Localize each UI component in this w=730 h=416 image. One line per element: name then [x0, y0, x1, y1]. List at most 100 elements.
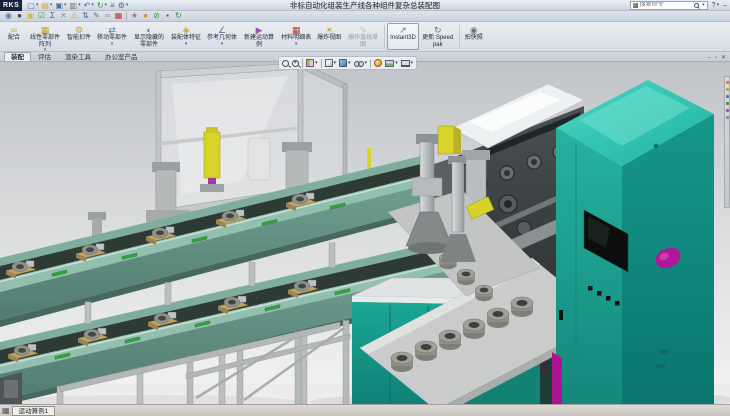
ribbon-button-参考几何体[interactable]: ∠参考几何体▾: [204, 23, 240, 50]
ribbon-button-显示隐藏的零部件[interactable]: ◐显示隐藏的零部件: [130, 23, 168, 50]
doc-restore-icon[interactable]: ▫: [715, 55, 717, 61]
ribbon-button-更新-speedpak[interactable]: ↻更新 Speedpak: [419, 23, 457, 50]
ribbon-button-icon: ◈: [183, 25, 190, 35]
ribbon-button-instant3d[interactable]: ↗Instant3D: [387, 23, 419, 50]
ribbon-button-新建运动算例[interactable]: ▶新建运动算例: [240, 23, 278, 50]
ribbon-button-线性零部件阵列[interactable]: ▦线性零部件阵列▾: [26, 23, 64, 50]
search-input[interactable]: [640, 2, 692, 8]
zoom-fit-icon[interactable]: [282, 60, 289, 67]
print-icon[interactable]: ▥▾: [69, 1, 82, 10]
dropdown-arrow-icon[interactable]: ▾: [315, 60, 318, 66]
sustainability-icon[interactable]: ↻: [173, 11, 184, 21]
ribbon-button-icon: ⇄: [108, 25, 116, 35]
tab-办公室产品[interactable]: 办公室产品: [98, 52, 145, 61]
new-document-icon[interactable]: ▢▾: [26, 1, 39, 10]
section-view-icon[interactable]: ▾: [306, 59, 318, 67]
file-properties-icon[interactable]: ≡: [109, 1, 116, 10]
tab-渲染工具[interactable]: 渲染工具: [58, 52, 98, 61]
photoview-icon[interactable]: ●: [140, 11, 151, 21]
open-icon[interactable]: ▤▾: [40, 1, 53, 10]
model-viewport[interactable]: [0, 62, 730, 404]
view-palette-icon[interactable]: [726, 102, 729, 105]
save-icon[interactable]: ▣▾: [54, 1, 67, 10]
dropdown-arrow-icon[interactable]: ▾: [105, 2, 108, 8]
custom-properties-icon[interactable]: [726, 116, 729, 119]
dropdown-arrow-icon[interactable]: ▾: [395, 60, 398, 66]
view-settings-icon[interactable]: ▾: [401, 60, 414, 67]
dropdown-arrow-icon[interactable]: ▾: [111, 42, 114, 46]
task-pane-tab[interactable]: [724, 76, 730, 208]
view-settings-icon: [401, 60, 410, 67]
save-icon: ▣: [55, 1, 63, 10]
dropdown-arrow-icon[interactable]: ▾: [185, 42, 188, 46]
view-orientation-icon[interactable]: ▾: [325, 59, 337, 67]
file-explorer-icon[interactable]: [726, 95, 729, 98]
search-box[interactable]: ▾: [630, 1, 708, 10]
equations-icon[interactable]: Σ: [47, 11, 58, 21]
motion-manager-icon[interactable]: ★: [129, 11, 140, 21]
ribbon-button-拍快照[interactable]: ◉拍快照: [462, 23, 486, 50]
dropdown-arrow-icon[interactable]: ▾: [91, 2, 94, 8]
ribbon-button-装配体特征[interactable]: ◈装配体特征▾: [168, 23, 204, 50]
dropdown-arrow-icon[interactable]: ▾: [365, 60, 368, 66]
ribbon-button-智能扣件[interactable]: ⚙智能扣件: [64, 23, 94, 50]
doc-close-icon[interactable]: ✕: [721, 54, 726, 61]
undo-icon[interactable]: ↶▾: [83, 1, 95, 10]
options-icon[interactable]: ⚙▾: [117, 1, 130, 10]
motion-study-tab[interactable]: 运动算例1: [12, 406, 56, 416]
edit-component-icon[interactable]: ✎: [91, 11, 102, 21]
ribbon-button-label: 爆炸视图: [317, 35, 341, 42]
dropdown-arrow-icon[interactable]: ▾: [50, 2, 53, 8]
interference-detection-icon[interactable]: ⚠: [69, 11, 80, 21]
graphics-area[interactable]: ▾ ▾ ▾ ▾ ▾ ▾: [0, 62, 730, 404]
standard-toolbar: ◉●▣☑Σ✕⚠⇅✎∞▦★●⊘▪↻: [0, 11, 730, 22]
tab-评估[interactable]: 评估: [31, 52, 58, 61]
ribbon-button-label: Instant3D: [390, 35, 416, 42]
dropdown-arrow-icon[interactable]: ▾: [221, 42, 224, 46]
edrawings-icon[interactable]: ⊘: [151, 11, 162, 21]
control-cabinet[interactable]: [552, 80, 714, 404]
texture-icon[interactable]: ▣: [25, 11, 36, 21]
zoom-area-icon[interactable]: [292, 60, 299, 67]
minimize-button[interactable]: –: [723, 2, 727, 9]
dropdown-arrow-icon[interactable]: ▾: [126, 2, 129, 8]
dropdown-arrow-icon[interactable]: ▾: [78, 2, 81, 8]
design-library-icon[interactable]: [726, 88, 729, 91]
file-properties-icon: ≡: [110, 1, 115, 10]
dropdown-arrow-icon[interactable]: ▾: [295, 42, 298, 46]
reorder-components-icon[interactable]: ⇅: [80, 11, 91, 21]
help-button[interactable]: ?▾: [712, 2, 719, 9]
ribbon-button-移动零部件[interactable]: ⇄移动零部件▾: [94, 23, 130, 50]
ribbon-button-爆炸视图[interactable]: ☀爆炸视图: [314, 23, 344, 50]
measure-icon[interactable]: ✕: [58, 11, 69, 21]
rebuild-icon[interactable]: ↻▾: [96, 1, 108, 10]
bom-icon[interactable]: ▦: [113, 11, 124, 21]
ribbon-button-材料明细表[interactable]: ▦材料明细表▾: [278, 23, 314, 50]
ribbon-button-label: 爆炸直线草图: [347, 35, 379, 48]
sw-resources-icon[interactable]: [726, 81, 729, 84]
edit-appearance-icon[interactable]: [374, 59, 382, 67]
hide-show-items-icon[interactable]: ▾: [354, 60, 368, 66]
splitter-icon[interactable]: ▦: [2, 406, 10, 415]
design-checker-icon[interactable]: ☑: [36, 11, 47, 21]
display-style-icon[interactable]: ▾: [339, 59, 351, 67]
ribbon-button-配合[interactable]: ∞配合: [2, 23, 26, 50]
dropdown-arrow-icon[interactable]: ▾: [348, 60, 351, 66]
tab-装配[interactable]: 装配: [4, 52, 31, 61]
screen-capture-icon[interactable]: ◉: [3, 11, 14, 21]
study-tab-bar: ▦ 运动算例1: [0, 404, 730, 416]
dropdown-arrow-icon[interactable]: ▾: [334, 60, 337, 66]
dropdown-arrow-icon[interactable]: ▾: [411, 60, 414, 66]
toolbox-icon[interactable]: ▪: [162, 11, 173, 21]
doc-minimize-icon[interactable]: –: [707, 55, 710, 61]
search-dropdown-icon[interactable]: ▾: [702, 2, 705, 8]
appearance-icon[interactable]: ●: [14, 11, 25, 21]
search-icon[interactable]: [694, 3, 699, 8]
ribbon-button-爆炸直线草图[interactable]: ✎爆炸直线草图: [344, 23, 382, 50]
dropdown-arrow-icon[interactable]: ▾: [36, 2, 39, 8]
section-view-icon: [306, 59, 314, 67]
mate-tool-icon[interactable]: ∞: [102, 11, 113, 21]
apply-scene-icon[interactable]: ▾: [385, 60, 398, 67]
appearances-icon[interactable]: [726, 109, 729, 112]
dropdown-arrow-icon[interactable]: ▾: [64, 2, 67, 8]
